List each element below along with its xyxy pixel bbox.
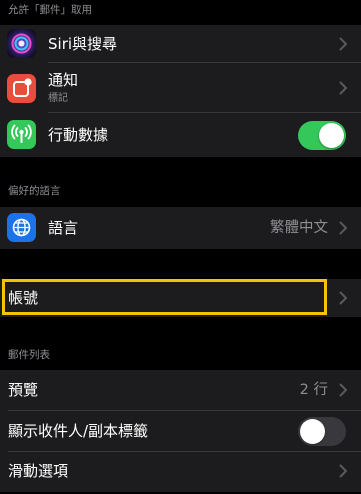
allow-access-group: Siri與搜尋 通知 標記 行動數據 <box>0 25 361 157</box>
swipe-options-label: 滑動選項 <box>8 462 69 480</box>
section-header-language: 偏好的語言 <box>8 185 61 197</box>
preview-row[interactable]: 預覽 2 行 <box>0 370 361 411</box>
accounts-label: 帳號 <box>8 289 39 307</box>
notifications-icon <box>7 74 36 103</box>
notifications-sublabel: 標記 <box>48 93 68 104</box>
siri-search-row[interactable]: Siri與搜尋 <box>0 25 361 63</box>
preview-value: 2 行 <box>299 382 328 398</box>
language-value: 繁體中文 <box>270 220 328 236</box>
chevron-right-icon <box>339 383 347 397</box>
language-label: 語言 <box>48 219 79 237</box>
cellular-data-label: 行動數據 <box>48 126 109 144</box>
toggle-knob <box>300 419 325 444</box>
siri-search-label: Siri與搜尋 <box>48 35 118 53</box>
show-to-cc-toggle[interactable] <box>298 417 346 446</box>
notifications-row[interactable]: 通知 標記 <box>0 63 361 113</box>
toggle-knob <box>319 123 344 148</box>
language-row[interactable]: 語言 繁體中文 <box>0 207 361 249</box>
language-group: 語言 繁體中文 <box>0 207 361 249</box>
message-list-group: 預覽 2 行 顯示收件人/副本標籤 滑動選項 <box>0 370 361 492</box>
accounts-row[interactable]: 帳號 <box>0 279 361 317</box>
cellular-data-toggle[interactable] <box>298 121 346 150</box>
siri-icon <box>7 29 36 58</box>
section-header-allow: 允許「郵件」取用 <box>8 4 92 16</box>
chevron-right-icon <box>339 221 347 235</box>
chevron-right-icon <box>339 291 347 305</box>
globe-icon <box>7 213 36 242</box>
section-header-message-list: 郵件列表 <box>8 349 50 361</box>
accounts-group: 帳號 <box>0 279 361 317</box>
show-to-cc-label: 顯示收件人/副本標籤 <box>8 422 149 440</box>
cellular-data-icon <box>7 120 36 149</box>
chevron-right-icon <box>339 81 347 95</box>
cellular-data-row: 行動數據 <box>0 113 361 157</box>
chevron-right-icon <box>339 464 347 478</box>
preview-label: 預覽 <box>8 381 39 399</box>
swipe-options-row[interactable]: 滑動選項 <box>0 452 361 492</box>
chevron-right-icon <box>339 37 347 51</box>
notifications-label: 通知 <box>48 71 79 89</box>
show-to-cc-row: 顯示收件人/副本標籤 <box>0 411 361 452</box>
